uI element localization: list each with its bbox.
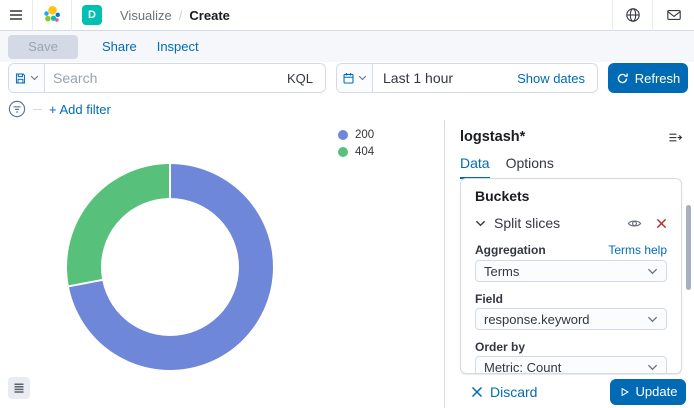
- discard-button[interactable]: Discard: [471, 384, 537, 400]
- save-query-floppy-icon: [14, 72, 27, 85]
- update-button[interactable]: Update: [610, 379, 686, 405]
- legend-label: 404: [355, 146, 374, 158]
- chevron-down-icon: [358, 75, 367, 81]
- chart-legend: 200 404: [338, 129, 374, 163]
- editor-tabs: Data Options: [460, 155, 554, 179]
- update-label: Update: [636, 384, 678, 399]
- saved-query-menu-button[interactable]: [9, 64, 45, 92]
- donut-chart[interactable]: [67, 164, 273, 370]
- order-by-select[interactable]: Metric: Count: [475, 356, 667, 374]
- index-pattern-title: logstash*: [460, 129, 525, 145]
- editor-footer: Discard Update: [445, 375, 694, 408]
- header-right-section: [612, 0, 694, 31]
- visualize-action-bar: Save Share Inspect: [0, 31, 694, 62]
- vis-editor-panel: logstash* Data Options Buckets Split sli…: [444, 120, 694, 408]
- tab-data[interactable]: Data: [460, 155, 490, 179]
- breadcrumb-visualize[interactable]: Visualize: [120, 8, 172, 23]
- aggregation-label: Aggregation: [475, 244, 546, 256]
- discard-label: Discard: [490, 384, 537, 400]
- legend-item-200[interactable]: 200: [338, 129, 374, 141]
- inspect-button[interactable]: Inspect: [157, 39, 199, 54]
- breadcrumb-create: Create: [189, 8, 229, 23]
- breadcrumb-separator: /: [179, 8, 183, 23]
- chevron-down-icon: [30, 75, 39, 81]
- field-select[interactable]: response.keyword: [475, 308, 667, 330]
- field-label: Field: [475, 293, 503, 305]
- space-avatar[interactable]: D: [82, 5, 102, 25]
- legend-toggle-button[interactable]: [8, 377, 30, 399]
- elastic-logo[interactable]: [33, 0, 71, 31]
- order-by-value: Metric: Count: [484, 360, 647, 375]
- query-language-button[interactable]: KQL: [275, 71, 325, 86]
- split-slices-label: Split slices: [494, 215, 627, 231]
- newsfeed-envelope-icon[interactable]: [652, 0, 694, 31]
- refresh-button[interactable]: Refresh: [608, 63, 688, 93]
- aggregation-label-row: Aggregation Terms help: [475, 243, 667, 257]
- search-bar-group: KQL: [8, 63, 326, 93]
- terms-help-link[interactable]: Terms help: [608, 243, 667, 257]
- toggle-visibility-eye-icon[interactable]: [627, 216, 642, 231]
- split-slices-row[interactable]: Split slices: [475, 214, 667, 232]
- chevron-down-icon: [647, 268, 658, 275]
- legend-label: 200: [355, 129, 374, 141]
- menu-hamburger-icon[interactable]: [0, 0, 32, 31]
- date-picker-group: Last 1 hour Show dates: [336, 63, 598, 93]
- tab-options[interactable]: Options: [506, 155, 554, 179]
- legend-item-404[interactable]: 404: [338, 146, 374, 158]
- help-globe-icon[interactable]: [612, 0, 652, 31]
- chevron-down-icon: [475, 220, 486, 227]
- filter-bar: + Add filter: [8, 99, 111, 119]
- refresh-icon: [616, 72, 629, 85]
- buckets-heading: Buckets: [475, 189, 667, 204]
- date-quick-select-button[interactable]: [337, 64, 373, 92]
- search-input[interactable]: [45, 64, 275, 92]
- kibana-visualize-app: D Visualize / Create Save Share Inspect: [0, 0, 694, 408]
- breadcrumb: Visualize / Create: [120, 8, 230, 23]
- list-icon: [13, 382, 25, 394]
- collapse-panel-icon[interactable]: [668, 130, 683, 150]
- order-by-label: Order by: [475, 341, 525, 353]
- aggregation-value: Terms: [484, 264, 647, 279]
- panel-scrollbar-thumb[interactable]: [686, 205, 691, 290]
- query-bar: KQL Last 1 hour Show dates Refresh: [8, 63, 688, 93]
- show-dates-button[interactable]: Show dates: [517, 71, 597, 86]
- refresh-label: Refresh: [635, 71, 681, 86]
- field-label-row: Field: [475, 293, 667, 305]
- remove-bucket-x-icon[interactable]: [656, 218, 667, 229]
- time-range-value[interactable]: Last 1 hour: [373, 70, 517, 86]
- chevron-down-icon: [647, 364, 658, 371]
- filter-icon[interactable]: [8, 100, 26, 118]
- chevron-down-icon: [647, 316, 658, 323]
- top-header: D Visualize / Create: [0, 0, 694, 31]
- play-icon: [619, 386, 630, 398]
- share-button[interactable]: Share: [102, 39, 137, 54]
- save-button[interactable]: Save: [8, 35, 78, 59]
- calendar-icon: [342, 72, 355, 85]
- donut-hole: [101, 198, 239, 336]
- add-filter-button[interactable]: + Add filter: [49, 102, 111, 117]
- filter-divider: [33, 109, 42, 110]
- legend-dot: [338, 147, 348, 157]
- close-icon: [471, 386, 483, 398]
- legend-dot: [338, 130, 348, 140]
- order-by-label-row: Order by: [475, 341, 667, 353]
- aggregation-select[interactable]: Terms: [475, 260, 667, 282]
- buckets-card: Buckets Split slices Aggre: [460, 178, 682, 374]
- header-divider: [71, 0, 72, 31]
- field-value: response.keyword: [484, 312, 647, 327]
